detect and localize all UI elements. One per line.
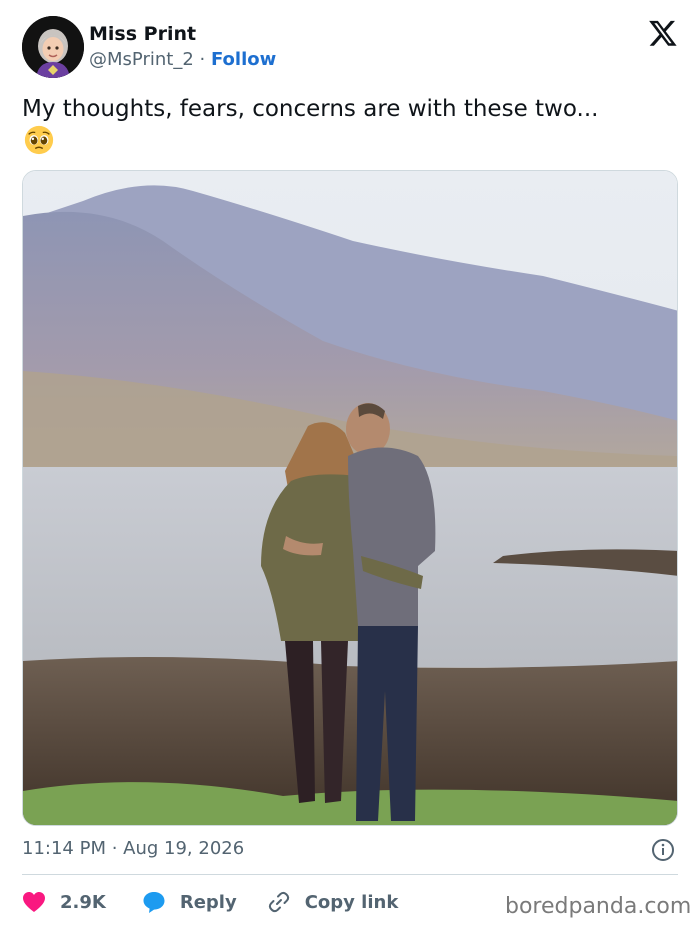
reply-button[interactable]: Reply	[142, 890, 237, 914]
pleading-face-emoji-icon	[24, 125, 54, 155]
info-icon[interactable]	[651, 838, 675, 862]
author-name[interactable]: Miss Print	[89, 23, 196, 45]
tweet-text: My thoughts, fears, concerns are with th…	[22, 96, 599, 122]
handle-row: @MsPrint_2 · Follow	[89, 49, 276, 70]
x-logo-icon[interactable]	[648, 18, 678, 48]
divider	[22, 874, 678, 875]
tweet-timestamp[interactable]: 11:14 PM · Aug 19, 2026	[22, 838, 244, 859]
link-icon	[268, 891, 289, 913]
watermark: boredpanda.com	[505, 894, 692, 919]
like-count: 2.9K	[60, 891, 106, 913]
reply-label: Reply	[179, 891, 237, 913]
author-handle[interactable]: @MsPrint_2	[89, 49, 194, 70]
tweet-card: Miss Print @MsPrint_2 · Follow My though…	[0, 0, 700, 929]
copy-link-label: Copy link	[304, 891, 399, 913]
avatar[interactable]	[22, 16, 84, 78]
reply-bubble-icon	[143, 892, 165, 913]
heart-icon	[23, 892, 45, 912]
tweet-photo[interactable]	[22, 170, 678, 826]
memoji-avatar-icon	[22, 16, 84, 78]
lake-couple-photo	[23, 171, 677, 825]
like-button[interactable]: 2.9K	[22, 891, 106, 913]
follow-button[interactable]: Follow	[211, 49, 276, 70]
copy-link-button[interactable]: Copy link	[267, 890, 399, 914]
action-bar: 2.9K Reply Copy link	[22, 888, 398, 916]
separator-dot: ·	[199, 49, 206, 70]
